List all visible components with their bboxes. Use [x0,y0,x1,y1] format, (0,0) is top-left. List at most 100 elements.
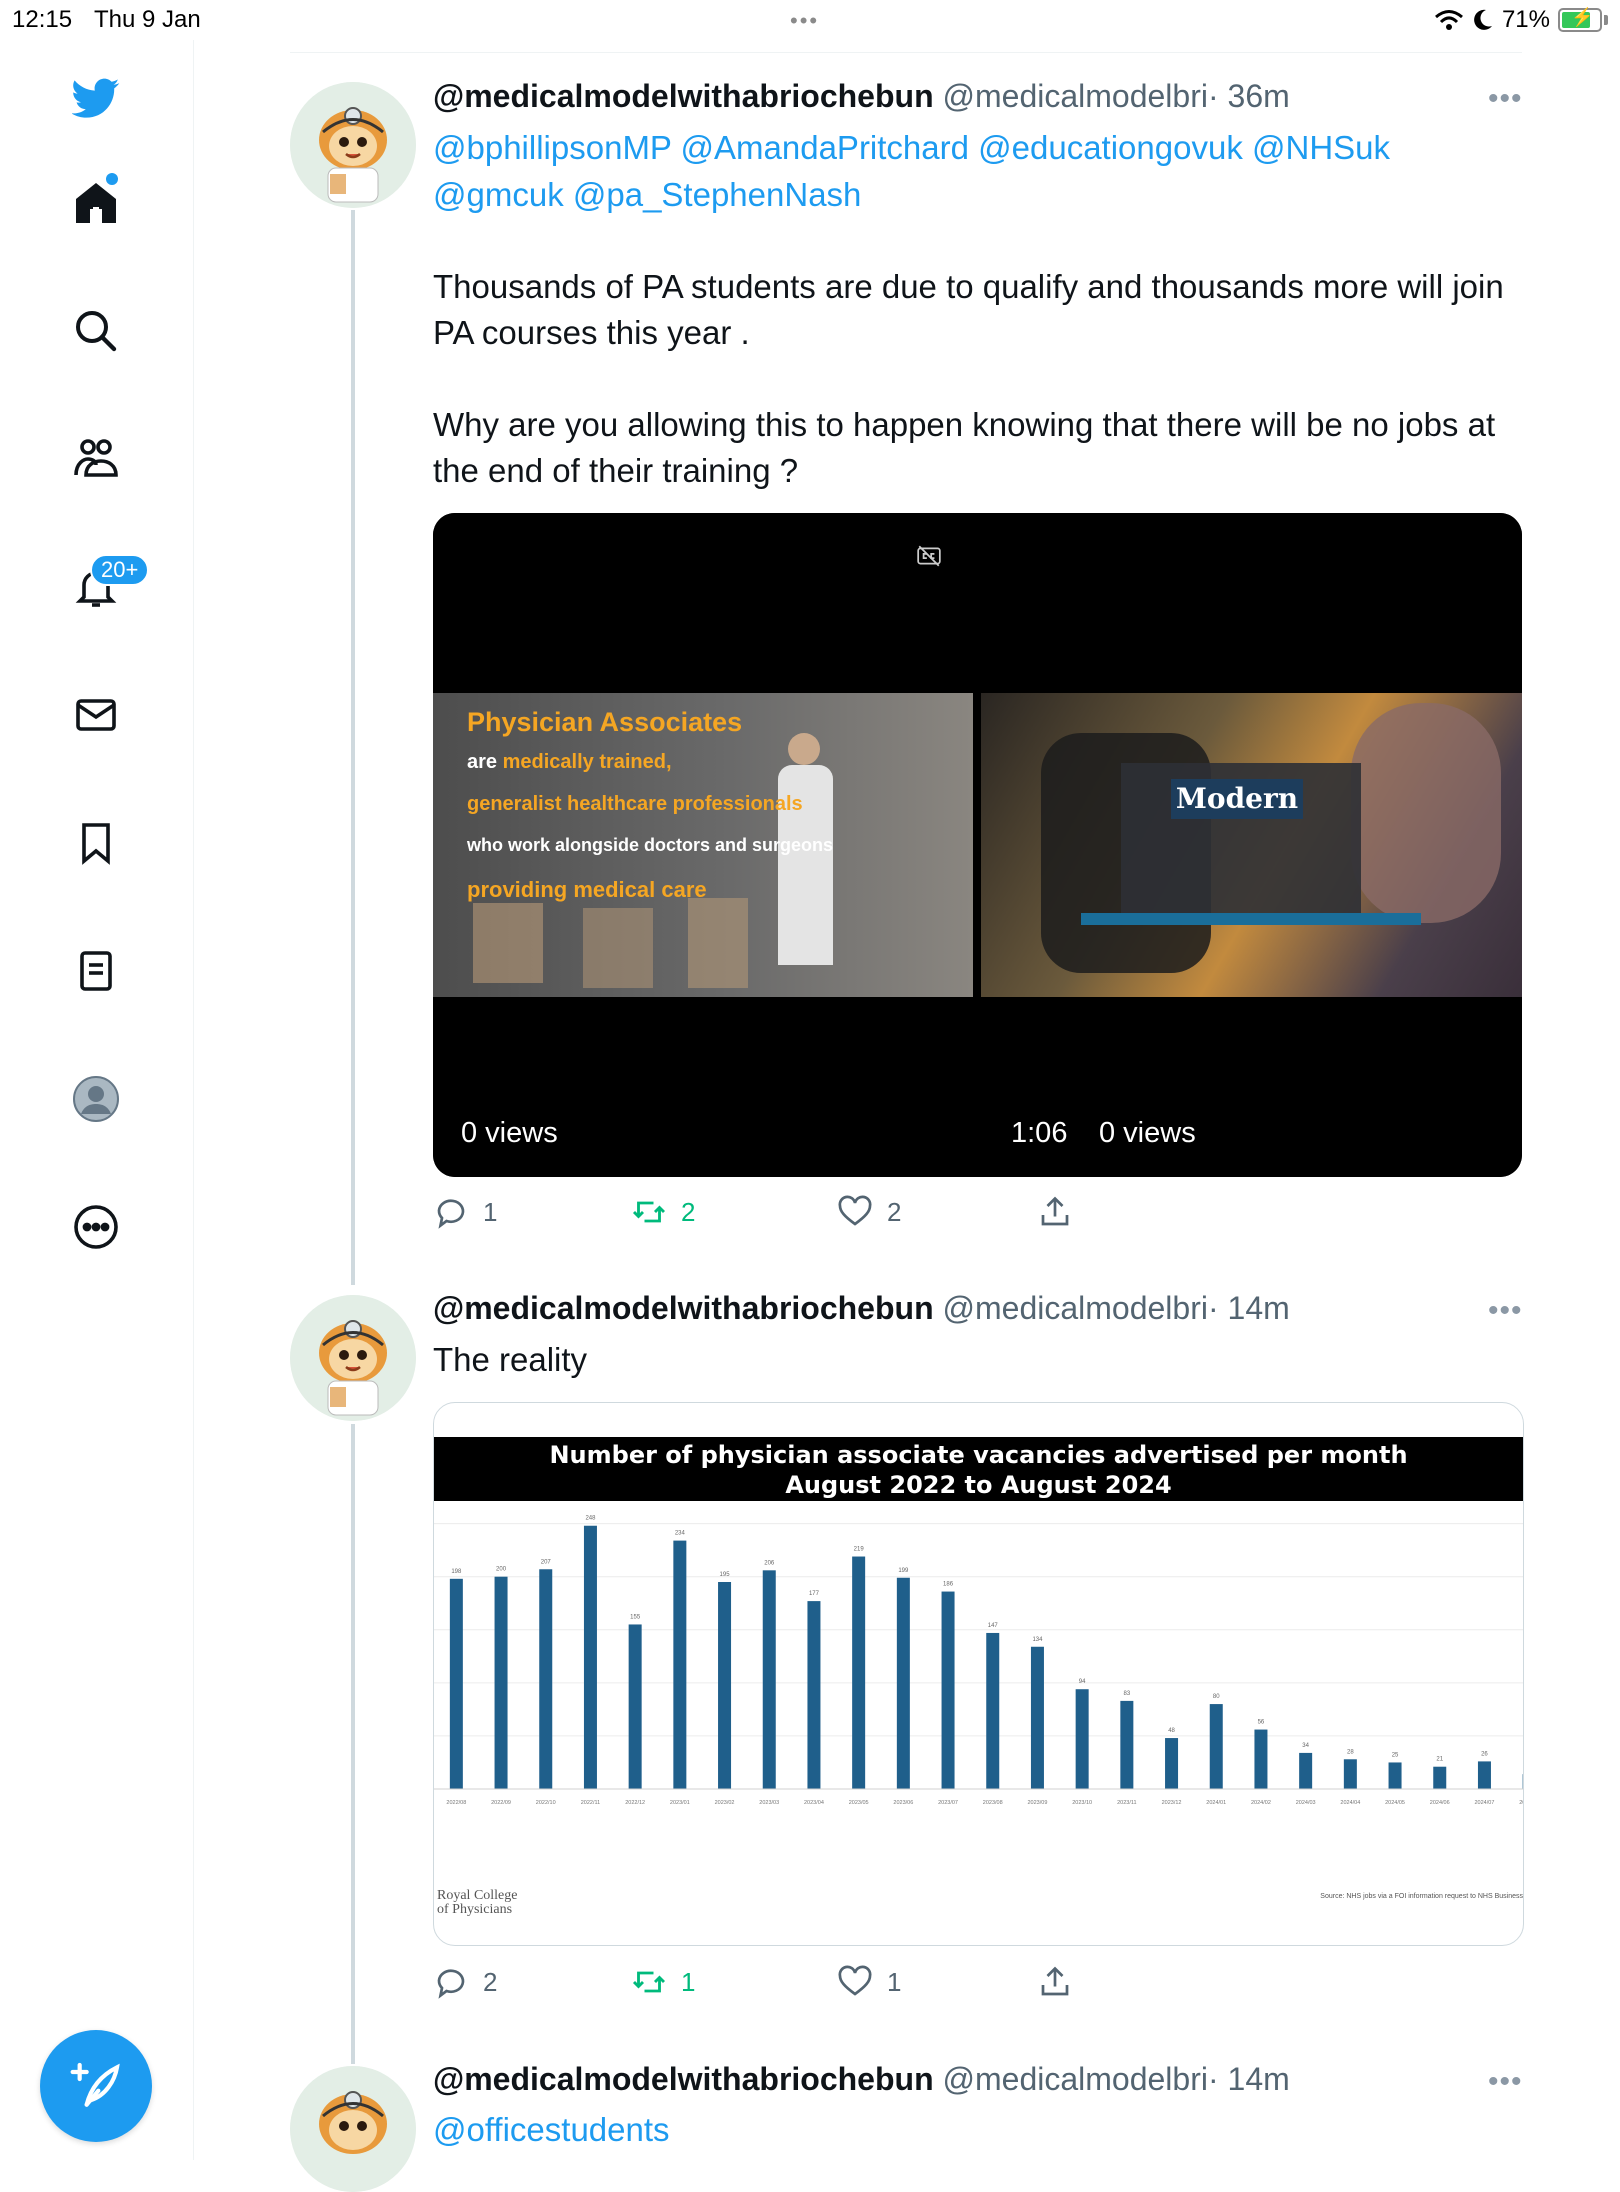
video-caption: Physician Associates [467,707,742,738]
moon-icon [1472,8,1494,32]
bar [1210,1704,1223,1789]
closed-captions-icon[interactable] [916,543,942,569]
bar [450,1579,463,1789]
x-tick-label: 2023/02 [715,1800,735,1806]
bookmark-icon[interactable] [63,810,129,876]
tweet-text: Thousands of PA students are due to qual… [433,264,1523,356]
x-tick-label: 2022/10 [536,1800,556,1806]
video-view-count: 0 views [461,1117,558,1150]
share-button[interactable] [1037,1964,1073,2000]
author-handle[interactable]: @medicalmodelbri [943,2061,1208,2097]
twitter-bird-icon[interactable] [63,65,129,131]
bar-data-label: 147 [988,1623,999,1629]
lists-icon[interactable] [63,938,129,1004]
communities-icon[interactable] [63,426,129,492]
x-tick-label: 2024/03 [1296,1800,1316,1806]
author-handle[interactable]: @medicalmodelbri [943,78,1208,114]
author-handle[interactable]: @medicalmodelbri [943,1290,1208,1326]
reply-button[interactable]: 1 [433,1194,497,1230]
mentions-line[interactable]: @officestudents [433,2106,1523,2153]
bar [629,1624,642,1789]
video-player[interactable]: Modern 1:06 0 views [981,513,1522,1177]
messages-mail-icon[interactable] [63,682,129,748]
bar [897,1578,910,1789]
tweet-time[interactable]: · 14m [1208,2061,1290,2097]
bar [495,1577,508,1789]
x-tick-label: 2023/12 [1162,1800,1182,1806]
search-icon[interactable] [63,298,129,364]
retweet-button[interactable]: 2 [631,1194,695,1230]
bar-data-label: 195 [720,1572,731,1578]
video-caption: who work alongside doctors and surgeons [467,835,833,856]
battery-icon: ⚡ [1558,8,1602,32]
home-icon[interactable] [63,170,129,236]
avatar[interactable] [290,82,416,208]
bar [1299,1753,1312,1789]
avatar[interactable] [290,2066,416,2192]
bar [1165,1738,1178,1789]
tweet-time[interactable]: · 14m [1208,1290,1290,1326]
video-player[interactable]: Physician Associates are medically train… [433,513,973,1177]
chart-source: Source: NHS jobs via a FOI information r… [1320,1893,1523,1900]
x-tick-label: 2023/07 [938,1800,958,1806]
share-button[interactable] [1037,1194,1073,1230]
tweet-mentions: @bphillipsonMP @AmandaPritchard @educati… [433,124,1523,218]
tweet-header: @medicalmodelwithabriochebun @medicalmod… [433,78,1290,115]
like-count: 1 [887,1967,901,1998]
avatar[interactable] [290,1295,416,1421]
profile-avatar-icon[interactable] [63,1066,129,1132]
wifi-icon [1434,8,1464,32]
x-tick-label: 2023/04 [804,1800,824,1806]
x-tick-label: 2024/08 [1519,1800,1523,1806]
bar-data-label: 207 [541,1559,552,1565]
tweet-more-button[interactable]: ••• [1488,82,1523,116]
bar [763,1570,776,1789]
tweet-more-button[interactable]: ••• [1488,2065,1523,2099]
bar-chart: 1982022/082002022/092072022/102482022/11… [434,1501,1523,1889]
author-name[interactable]: @medicalmodelwithabriochebun [433,1290,934,1326]
x-tick-label: 2023/01 [670,1800,690,1806]
mentions-line[interactable]: @bphillipsonMP @AmandaPritchard @educati… [433,124,1523,171]
video-thumbnail: Physician Associates are medically train… [433,693,973,997]
reply-icon [433,1194,469,1230]
status-right: 71% ⚡ [1434,4,1608,36]
tweet-text: Why are you allowing this to happen know… [433,402,1523,494]
bar-data-label: 94 [1079,1679,1086,1685]
bar-data-label: 206 [764,1560,775,1566]
bar-data-label: 134 [1032,1637,1043,1643]
x-tick-label: 2023/03 [759,1800,779,1806]
bar-data-label: 234 [675,1531,686,1537]
more-circle-icon[interactable] [63,1194,129,1260]
status-time: 12:15 [12,6,72,34]
reply-count: 2 [483,1967,497,1998]
bar [1433,1767,1446,1789]
x-tick-label: 2024/01 [1206,1800,1226,1806]
multitasking-dots[interactable]: ••• [790,8,819,34]
like-button[interactable]: 2 [837,1194,901,1230]
bar-data-label: 21 [1436,1757,1443,1763]
video-view-count: 0 views [1099,1117,1196,1150]
reply-count: 1 [483,1197,497,1228]
status-bar: 12:15 Thu 9 Jan ••• 71% ⚡ [0,0,1620,40]
bar-data-label: 155 [630,1614,641,1620]
chart-title-line: August 2022 to August 2024 [434,1470,1523,1500]
compose-button[interactable] [40,2030,152,2142]
author-name[interactable]: @medicalmodelwithabriochebun [433,78,934,114]
tweet-media: Physician Associates are medically train… [433,513,1522,1177]
bar [852,1557,865,1789]
video-caption: generalist healthcare professionals [467,793,803,816]
retweet-button[interactable]: 1 [631,1964,695,2000]
x-tick-label: 2024/06 [1430,1800,1450,1806]
mentions-line[interactable]: @gmcuk @pa_StephenNash [433,171,1523,218]
reply-button[interactable]: 2 [433,1964,497,2000]
chart-image[interactable]: Number of physician associate vacancies … [433,1402,1524,1946]
tweet-time[interactable]: · 36m [1208,78,1290,114]
tweet-header: @medicalmodelwithabriochebun @medicalmod… [433,1290,1290,1327]
x-tick-label: 2024/07 [1475,1800,1495,1806]
author-name[interactable]: @medicalmodelwithabriochebun [433,2061,934,2097]
heart-icon [837,1964,873,2000]
tweet-more-button[interactable]: ••• [1488,1294,1523,1328]
bar [986,1633,999,1789]
bar-data-label: 248 [585,1516,596,1522]
like-button[interactable]: 1 [837,1964,901,2000]
